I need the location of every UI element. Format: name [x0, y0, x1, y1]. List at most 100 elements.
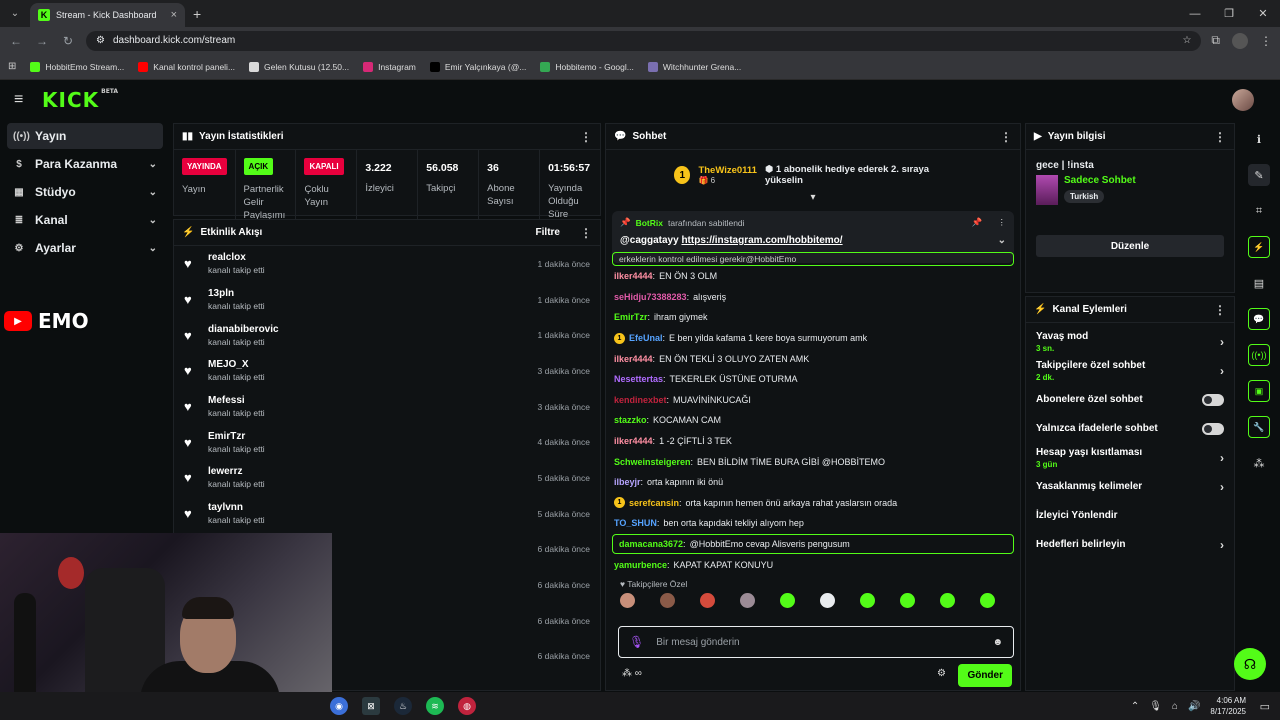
pinned-link[interactable]: https://instagram.com/hobbitemo/: [681, 235, 842, 246]
kick-logo[interactable]: KICK BETA: [42, 88, 118, 112]
info-rail-icon[interactable]: ℹ: [1240, 121, 1278, 157]
crop-rail-icon[interactable]: ⌗: [1240, 193, 1278, 229]
points-rail-icon[interactable]: ⁂: [1240, 445, 1278, 481]
extensions-icon[interactable]: ⧉: [1211, 33, 1220, 48]
chat-username[interactable]: EmirTzr: [614, 312, 648, 322]
send-button[interactable]: Gönder: [958, 664, 1012, 687]
chat-username[interactable]: yamurbence: [614, 560, 667, 570]
close-window-icon[interactable]: ✕: [1246, 0, 1280, 27]
emote-icon[interactable]: [780, 592, 795, 608]
activity-user[interactable]: 13pln: [208, 288, 265, 299]
chat-input[interactable]: 🎙 Bir mesaj gönderin ☻: [618, 626, 1014, 658]
points-icon[interactable]: ⁂ ∞: [622, 668, 642, 679]
emote-icon[interactable]: [820, 592, 835, 608]
minimize-icon[interactable]: —: [1178, 0, 1212, 27]
more-options-icon[interactable]: ⋮: [1214, 130, 1226, 144]
more-options-icon[interactable]: ⋮: [580, 130, 592, 144]
sidebar-item-4[interactable]: ⚙ Ayarlar ⌄: [7, 235, 163, 261]
new-tab-icon[interactable]: +: [193, 6, 201, 22]
close-tab-icon[interactable]: ×: [171, 9, 177, 21]
chrome-taskbar-icon[interactable]: ◉: [330, 697, 348, 715]
toggle-switch[interactable]: [1202, 393, 1224, 406]
xbox-taskbar-icon[interactable]: ⊠: [362, 697, 380, 715]
lightning-rail-icon[interactable]: ⚡: [1240, 229, 1278, 265]
channel-action-row[interactable]: Hesap yaşı kısıtlaması 3 gün ›: [1026, 443, 1234, 472]
bookmark-item[interactable]: HobbitEmo Stream...: [30, 61, 124, 72]
emote-icon[interactable]: [940, 592, 955, 608]
edit-button[interactable]: Düzenle: [1036, 235, 1224, 257]
tab-search-icon[interactable]: ⌄: [4, 4, 26, 24]
bookmark-item[interactable]: Emir Yalçınkaya (@...: [429, 61, 526, 72]
layout-rail-icon[interactable]: ▣: [1240, 373, 1278, 409]
broadcast-rail-icon[interactable]: ((•)): [1240, 337, 1278, 373]
collapse-banner-icon[interactable]: ▾: [606, 192, 1020, 203]
channel-action-row[interactable]: Abonelere özel sohbet: [1026, 385, 1234, 414]
more-options-icon[interactable]: ⋮: [1000, 130, 1012, 144]
profile-avatar[interactable]: [1232, 32, 1248, 49]
chat-username[interactable]: stazzko: [614, 415, 647, 425]
bookmark-item[interactable]: Gelen Kutusu (12.50...: [249, 61, 349, 72]
toggle-switch[interactable]: [1202, 422, 1224, 435]
emote-icon[interactable]: [660, 592, 675, 608]
tray-chevron-icon[interactable]: ⌃: [1131, 701, 1139, 712]
address-bar[interactable]: ⚙ dashboard.kick.com/stream ☆: [86, 30, 1202, 51]
back-icon[interactable]: ←: [8, 34, 24, 48]
document-rail-icon[interactable]: ▤: [1240, 265, 1278, 301]
emote-icon[interactable]: [980, 592, 995, 608]
channel-action-row[interactable]: Hedefleri belirleyin ›: [1026, 530, 1234, 559]
emote-icon[interactable]: [740, 592, 755, 608]
chat-username[interactable]: ilker4444: [614, 436, 653, 446]
emote-icon[interactable]: [700, 592, 715, 608]
reload-icon[interactable]: ↻: [60, 34, 76, 48]
sidebar-item-0[interactable]: ((•)) Yayın: [7, 123, 163, 149]
emoji-icon[interactable]: ☻: [992, 637, 1003, 648]
chat-rail-icon[interactable]: 💬: [1240, 301, 1278, 337]
forward-icon[interactable]: →: [34, 34, 50, 48]
channel-action-row[interactable]: İzleyici Yönlendir: [1026, 501, 1234, 530]
gift-leaderboard-banner[interactable]: 1 TheWize0111 🎁 6 ⬢ 1 abonelik hediye ed…: [606, 158, 1020, 192]
apps-icon[interactable]: ⊞: [8, 61, 16, 72]
chat-username[interactable]: Nesettertas: [614, 374, 663, 384]
wrench-rail-icon[interactable]: 🔧: [1240, 409, 1278, 445]
bookmark-item[interactable]: Instagram: [363, 61, 416, 72]
obs-taskbar-icon[interactable]: ◍: [458, 697, 476, 715]
hamburger-menu-icon[interactable]: ≡: [14, 91, 34, 109]
bookmark-star-icon[interactable]: ☆: [1182, 35, 1191, 46]
chat-username[interactable]: Schweinsteigeren: [614, 457, 691, 467]
help-button[interactable]: ☊: [1234, 648, 1266, 680]
site-info-icon[interactable]: ⚙: [96, 35, 105, 46]
sidebar-item-1[interactable]: $ Para Kazanma ⌄: [7, 151, 163, 177]
chat-username[interactable]: seHidju73388283: [614, 292, 687, 302]
notifications-icon[interactable]: ▭: [1260, 700, 1270, 713]
chat-username[interactable]: damacana3672: [619, 539, 683, 549]
tray-mic-icon[interactable]: 🎙: [1149, 701, 1162, 712]
restore-icon[interactable]: ❐: [1212, 0, 1246, 27]
bookmark-item[interactable]: Hobbitemo - Googl...: [540, 61, 634, 72]
activity-user[interactable]: EmirTzr: [208, 431, 265, 442]
edit-rail-icon[interactable]: ✎: [1240, 157, 1278, 193]
activity-user[interactable]: realclox: [208, 252, 265, 263]
more-options-icon[interactable]: ⋮: [580, 226, 592, 240]
bookmark-item[interactable]: Witchhunter Grena...: [647, 61, 741, 72]
channel-action-row[interactable]: Yalnızca ifadelerle sohbet: [1026, 414, 1234, 443]
user-avatar[interactable]: [1232, 89, 1254, 111]
channel-action-row[interactable]: Takipçilere özel sohbet 2 dk. ›: [1026, 356, 1234, 385]
spotify-taskbar-icon[interactable]: ≋: [426, 697, 444, 715]
category-name[interactable]: Sadece Sohbet: [1064, 175, 1136, 186]
system-clock[interactable]: 4:06 AM 8/17/2025: [1210, 695, 1246, 717]
chat-username[interactable]: ilker4444: [614, 271, 653, 281]
activity-user[interactable]: dianabiberovic: [208, 324, 279, 335]
bookmark-item[interactable]: Kanal kontrol paneli...: [138, 61, 235, 72]
activity-user[interactable]: MEJO_X: [208, 359, 265, 370]
emote-icon[interactable]: [860, 592, 875, 608]
chat-username[interactable]: TO_SHUN: [614, 518, 657, 528]
emote-icon[interactable]: [620, 592, 635, 608]
steam-taskbar-icon[interactable]: ♨: [394, 697, 412, 715]
chat-settings-icon[interactable]: ⚙: [937, 668, 946, 679]
expand-pinned-icon[interactable]: ⌄: [998, 235, 1006, 246]
channel-action-row[interactable]: Yavaş mod 3 sn. ›: [1026, 327, 1234, 356]
activity-user[interactable]: lewerrz: [208, 466, 265, 477]
chat-username[interactable]: kendinexbet: [614, 395, 667, 405]
activity-user[interactable]: Mefessi: [208, 395, 265, 406]
activity-user[interactable]: taylvnn: [208, 502, 265, 513]
